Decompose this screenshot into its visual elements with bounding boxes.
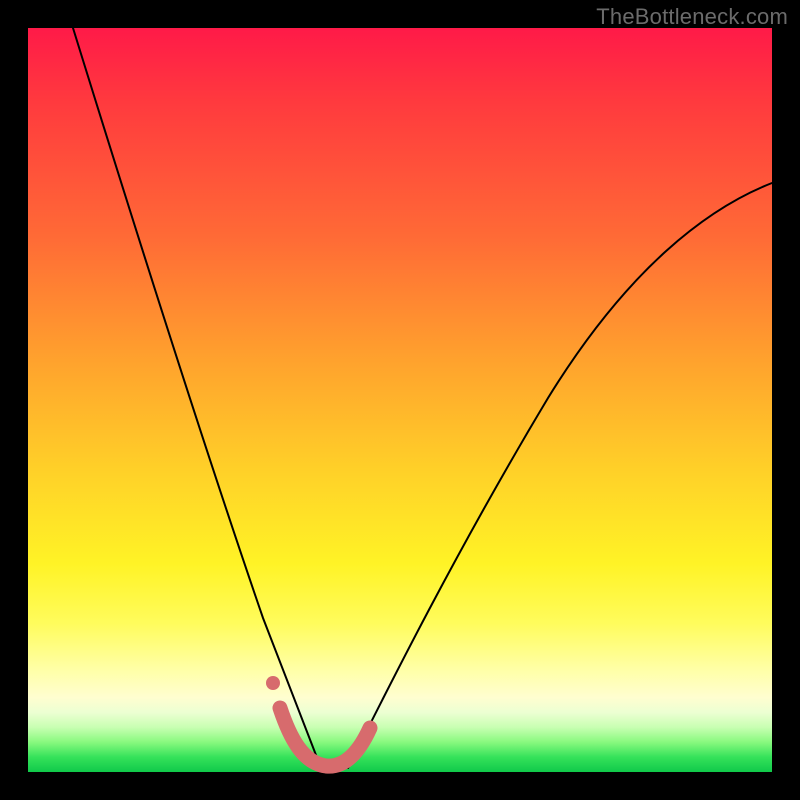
plot-area <box>28 28 772 772</box>
chart-frame: TheBottleneck.com <box>0 0 800 800</box>
curve-layer <box>28 28 772 772</box>
bottleneck-curve-left <box>73 28 321 768</box>
bottleneck-curve-right <box>348 183 772 768</box>
watermark-text: TheBottleneck.com <box>596 4 788 30</box>
optimal-region-band <box>280 708 370 766</box>
optimal-region-dot <box>266 676 280 690</box>
